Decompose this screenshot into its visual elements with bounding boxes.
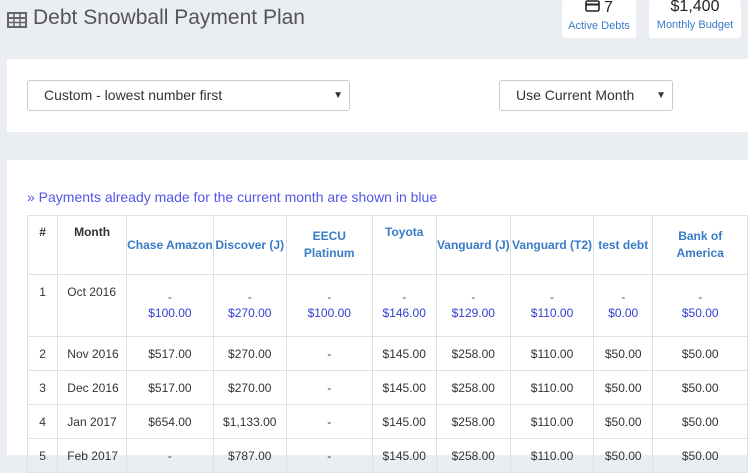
payment-cell: - (285, 438, 373, 473)
table-row: 1 Oct 2016 - $100.00 - $270.00 - $100.00 - $… (26, 274, 748, 337)
col-header: # (26, 215, 59, 275)
col-header-link[interactable]: Bank of America (652, 215, 748, 275)
row-number: 1 (26, 274, 59, 337)
payment-cell: $145.00 (371, 404, 437, 439)
row-number: 3 (26, 370, 59, 405)
row-month: Nov 2016 (57, 336, 127, 371)
paid-amount: $50.00 (681, 305, 719, 320)
strategy-select-value: Custom - lowest number first (44, 87, 223, 103)
payment-cell: - (125, 438, 214, 473)
paid-amount: $146.00 (382, 305, 426, 320)
table-row: 3 Dec 2016 $517.00 $270.00 - $145.00 $25… (26, 370, 748, 405)
payment-cell: $50.00 (593, 438, 654, 473)
table-row: 4 Jan 2017 $654.00 $1,133.00 - $145.00 $… (26, 404, 748, 439)
payment-cell: $517.00 (125, 336, 214, 371)
paid-amount: $129.00 (451, 305, 495, 320)
table-icon (7, 10, 27, 28)
col-header-link[interactable]: test debt (593, 215, 654, 275)
table-row: 5 Feb 2017 - $787.00 - $145.00 $258.00 $… (26, 438, 748, 473)
col-header-link[interactable]: Vanguard (T2) (510, 215, 595, 275)
paid-amount: $0.00 (608, 305, 639, 320)
payment-cell: $50.00 (652, 438, 748, 473)
row-number: 4 (26, 404, 59, 439)
payment-cell: $145.00 (371, 370, 437, 405)
payment-cell: - $270.00 (212, 274, 287, 337)
payment-cell: $654.00 (125, 404, 214, 439)
row-month: Jan 2017 (57, 404, 127, 439)
active-debts-stat: 7 Active Debts (562, 0, 636, 38)
paid-amount: $100.00 (148, 305, 192, 320)
controls-card: Custom - lowest number first ▼ Use Curre… (7, 59, 748, 132)
payment-cell: $270.00 (212, 370, 287, 405)
payment-cell: $110.00 (510, 438, 595, 473)
payment-cell: - $110.00 (510, 274, 595, 337)
row-month: Oct 2016 (57, 274, 127, 337)
col-header-link[interactable]: EECU Platinum (285, 215, 373, 275)
payment-cell: $50.00 (593, 404, 654, 439)
monthly-budget-value: $1,400 (670, 0, 720, 15)
page-title: Debt Snowball Payment Plan (7, 6, 305, 30)
chevron-down-icon: ▼ (656, 90, 666, 101)
col-header-link[interactable]: Discover (J) (212, 215, 287, 275)
blue-payments-note: » Payments already made for the current … (27, 189, 438, 205)
active-debts-label: Active Debts (568, 20, 630, 32)
strategy-select[interactable]: Custom - lowest number first ▼ (27, 80, 350, 111)
payment-cell: $110.00 (510, 370, 595, 405)
chevron-down-icon: ▼ (333, 90, 343, 101)
paid-amount: $110.00 (530, 305, 574, 320)
month-select[interactable]: Use Current Month ▼ (499, 80, 673, 111)
payment-cell: - (285, 370, 373, 405)
payment-cell: $50.00 (652, 404, 748, 439)
row-month: Feb 2017 (57, 438, 127, 473)
payment-schedule-table: # Month Chase Amazon Discover (J) EECU P… (26, 215, 748, 473)
paid-amount: $270.00 (228, 305, 272, 320)
payment-cell: $258.00 (435, 336, 512, 371)
col-header-link[interactable]: Vanguard (J) (435, 215, 512, 275)
credit-card-icon (585, 0, 600, 15)
payment-cell: - $129.00 (435, 274, 512, 337)
month-select-value: Use Current Month (516, 87, 635, 103)
payment-cell: - $100.00 (285, 274, 373, 337)
payment-cell: $145.00 (371, 336, 437, 371)
payment-cell: $50.00 (593, 370, 654, 405)
payment-cell: - $100.00 (125, 274, 214, 337)
monthly-budget-stat: $1,400 Monthly Budget (649, 0, 741, 38)
payment-cell: $1,133.00 (212, 404, 287, 439)
active-debts-value: 7 (604, 0, 613, 16)
payment-cell: - (285, 404, 373, 439)
row-number: 2 (26, 336, 59, 371)
payment-cell: $50.00 (652, 370, 748, 405)
schedule-card: » Payments already made for the current … (7, 160, 748, 473)
payment-cell: $258.00 (435, 404, 512, 439)
payment-cell: $110.00 (510, 336, 595, 371)
payment-cell: - $0.00 (593, 274, 654, 337)
table-header-row: # Month Chase Amazon Discover (J) EECU P… (26, 215, 748, 275)
table-row: 2 Nov 2016 $517.00 $270.00 - $145.00 $25… (26, 336, 748, 371)
payment-cell: $145.00 (371, 438, 437, 473)
payment-cell: $258.00 (435, 438, 512, 473)
payment-cell: $50.00 (593, 336, 654, 371)
col-header: Month (57, 215, 127, 275)
payment-cell: $787.00 (212, 438, 287, 473)
payment-cell: $270.00 (212, 336, 287, 371)
paid-amount: $100.00 (307, 305, 351, 320)
payment-cell: - $50.00 (652, 274, 748, 337)
payment-cell: $517.00 (125, 370, 214, 405)
payment-cell: $110.00 (510, 404, 595, 439)
payment-cell: $50.00 (652, 336, 748, 371)
col-header-link[interactable]: Toyota (371, 215, 437, 275)
payment-cell: - (285, 336, 373, 371)
col-header-link[interactable]: Chase Amazon (125, 215, 214, 275)
monthly-budget-label: Monthly Budget (656, 19, 734, 31)
page-title-text: Debt Snowball Payment Plan (33, 6, 305, 29)
payment-cell: $258.00 (435, 370, 512, 405)
row-month: Dec 2016 (57, 370, 127, 405)
row-number: 5 (26, 438, 59, 473)
payment-cell: - $146.00 (371, 274, 437, 337)
